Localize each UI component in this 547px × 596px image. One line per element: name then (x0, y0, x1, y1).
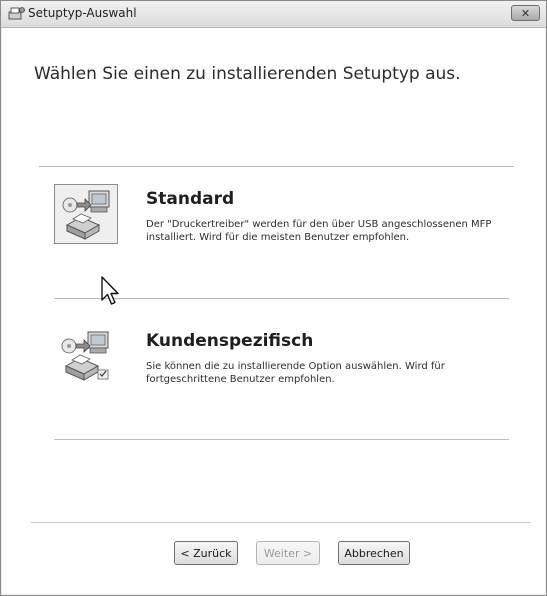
custom-option-description: Sie können die zu installierende Option … (146, 361, 445, 385)
divider-middle (54, 298, 509, 299)
title-bar[interactable]: Setuptyp-Auswahl ✕ (1, 1, 546, 28)
footer-divider (31, 522, 531, 523)
printer-install-icon (62, 190, 110, 240)
close-button[interactable]: ✕ (511, 5, 540, 21)
next-button[interactable]: Weiter > (256, 541, 320, 565)
option-custom[interactable]: Kundenspezifisch Sie können die zu insta… (54, 326, 514, 416)
divider-top (39, 166, 514, 167)
next-button-label: Weiter > (263, 546, 313, 560)
printer-custom-install-icon (61, 331, 109, 381)
standard-option-description: Der "Druckertreiber" werden für den über… (146, 219, 492, 243)
dialog-content: Wählen Sie einen zu installierenden Setu… (2, 28, 545, 594)
cancel-button[interactable]: Abbrechen (338, 541, 410, 565)
standard-option-button[interactable] (54, 184, 118, 244)
divider-bottom (54, 439, 509, 440)
page-heading: Wählen Sie einen zu installierenden Setu… (34, 64, 461, 84)
back-button[interactable]: < Zurück (174, 541, 238, 565)
setup-dialog-window: Setuptyp-Auswahl ✕ Wählen Sie einen zu i… (0, 0, 547, 596)
standard-option-title: Standard (146, 189, 235, 209)
window-title: Setuptyp-Auswahl (28, 6, 137, 20)
custom-option-button[interactable] (54, 326, 118, 386)
close-icon: ✕ (520, 6, 531, 20)
cancel-button-label: Abbrechen (344, 546, 404, 560)
back-button-label: < Zurück (180, 546, 232, 560)
option-standard[interactable]: Standard Der "Druckertreiber" werden für… (54, 184, 514, 274)
custom-option-title: Kundenspezifisch (146, 331, 314, 351)
mouse-pointer-icon (101, 276, 119, 305)
setup-app-icon (8, 7, 25, 20)
